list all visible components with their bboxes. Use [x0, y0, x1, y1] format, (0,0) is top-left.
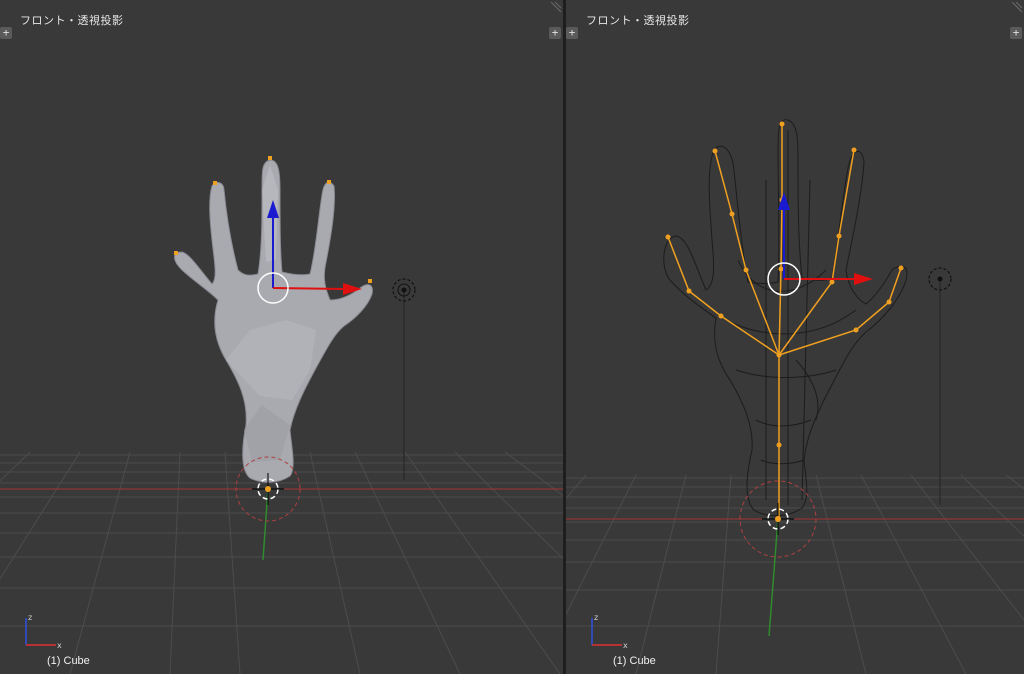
axis-label-z: z	[28, 613, 32, 622]
grid-floor	[566, 474, 1024, 674]
viewport-left-scene[interactable]	[0, 0, 563, 674]
viewport-title: フロント・透視投影	[20, 14, 124, 27]
properties-toggle-button[interactable]: +	[549, 27, 561, 39]
viewport-title: フロント・透視投影	[586, 14, 690, 27]
armature-bones	[667, 124, 902, 520]
grid-floor	[0, 451, 563, 674]
lamp-icon	[928, 267, 952, 505]
y-axis-line	[768, 518, 779, 637]
tool-shelf-toggle-button[interactable]: +	[0, 27, 12, 39]
viewport-right[interactable]: フロント・透視投影 + + z x (1) Cube	[566, 0, 1024, 674]
transform-gizmo	[767, 192, 873, 296]
axis-label-z: z	[594, 613, 598, 622]
properties-toggle-button[interactable]: +	[1010, 27, 1022, 39]
lamp-icon	[392, 278, 416, 480]
axis-label-x: x	[57, 641, 62, 650]
viewport-left[interactable]: フロント・透視投影 + + z x (1) Cube	[0, 0, 563, 674]
resize-corner-icon[interactable]	[1010, 2, 1022, 14]
active-object-label: (1) Cube	[613, 655, 656, 667]
axes-indicator: z x	[20, 612, 64, 652]
viewport-right-scene[interactable]	[566, 0, 1024, 674]
transform-gizmo	[257, 200, 362, 304]
tool-shelf-toggle-button[interactable]: +	[566, 27, 578, 39]
axes-indicator: z x	[586, 612, 630, 652]
resize-corner-icon[interactable]	[549, 2, 561, 14]
active-object-label: (1) Cube	[47, 655, 90, 667]
axis-label-x: x	[623, 641, 628, 650]
armature-joints	[665, 121, 904, 448]
